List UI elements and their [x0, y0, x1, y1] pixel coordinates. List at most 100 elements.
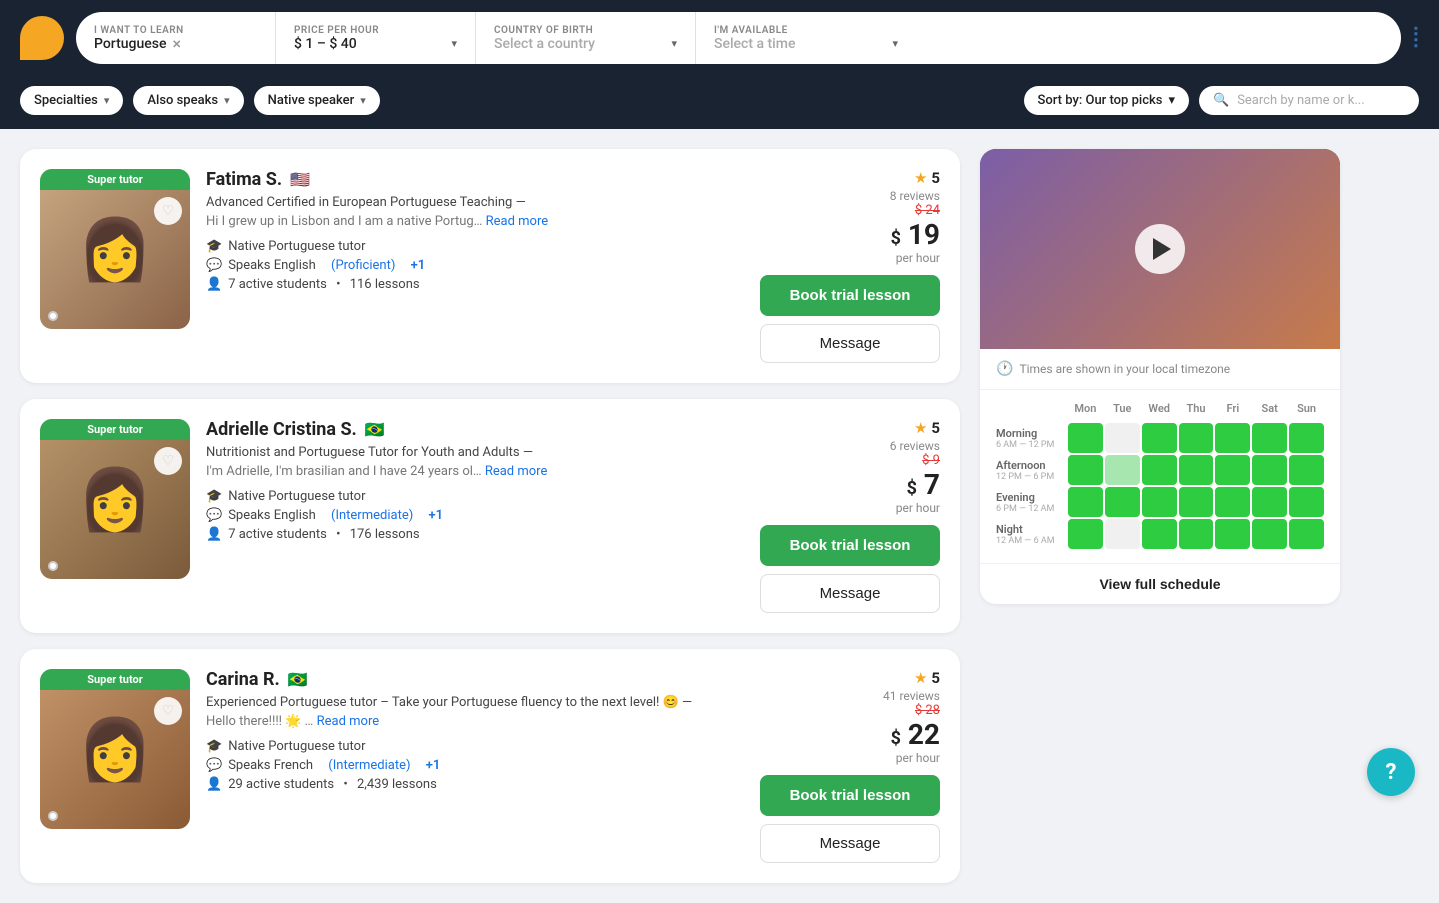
sched-cell[interactable]: [1068, 519, 1103, 549]
tutor-photo-wrap: 👩 Super tutor ♡: [40, 419, 190, 579]
logo: [20, 16, 64, 60]
sort-pill[interactable]: Sort by: Our top picks ▾: [1024, 86, 1190, 115]
price-label: PRICE PER HOUR: [294, 25, 457, 36]
sched-cell[interactable]: [1179, 455, 1214, 485]
sched-cell[interactable]: [1289, 487, 1324, 517]
sched-cell[interactable]: [1179, 519, 1214, 549]
star-row: ★ 5: [890, 169, 940, 187]
sched-cell[interactable]: [1142, 423, 1177, 453]
country-value: Select a country ▾: [494, 36, 677, 52]
main-content: 👩 Super tutor ♡ Fatima S. 🇺🇸 Advanced Ce…: [0, 129, 1439, 903]
sched-cell[interactable]: [1215, 519, 1250, 549]
sched-cell[interactable]: [1179, 423, 1214, 453]
students-tag: 👤 7 active students • 116 lessons: [206, 277, 744, 292]
evening-label: Evening 6 PM — 12 AM: [996, 487, 1066, 517]
native-tag: 🎓 Native Portuguese tutor: [206, 489, 744, 504]
star-row: ★ 5: [883, 669, 940, 687]
speaks-tag: 💬 Speaks English (Proficient) +1: [206, 258, 744, 273]
sched-cell[interactable]: [1068, 487, 1103, 517]
view-schedule-btn[interactable]: View full schedule: [980, 563, 1340, 604]
message-btn[interactable]: Message: [760, 324, 940, 363]
country-dropdown-arrow: ▾: [671, 37, 677, 50]
top-bar: I WANT TO LEARN Portuguese × PRICE PER H…: [0, 0, 1439, 76]
help-button[interactable]: ?: [1367, 748, 1415, 796]
tutor-headline: Nutritionist and Portuguese Tutor for Yo…: [206, 444, 744, 462]
book-trial-btn[interactable]: Book trial lesson: [760, 525, 940, 566]
sub-bar: Specialties ▾ Also speaks ▾ Native speak…: [0, 76, 1439, 129]
price-dropdown-arrow: ▾: [451, 37, 457, 50]
search-pill[interactable]: 🔍 Search by name or k...: [1199, 86, 1419, 115]
morning-label: Morning 6 AM — 12 PM: [996, 423, 1066, 453]
speech-icon: 💬: [206, 758, 222, 773]
sched-cell[interactable]: [1289, 519, 1324, 549]
play-button[interactable]: [1135, 224, 1185, 274]
sched-cell[interactable]: [1215, 455, 1250, 485]
sched-cell[interactable]: [1289, 455, 1324, 485]
price-filter[interactable]: PRICE PER HOUR $ 1 – $ 40 ▾: [276, 12, 476, 64]
tutor-name: Adrielle Cristina S.: [206, 419, 357, 440]
tutor-photo: 👩: [40, 419, 190, 579]
sched-cell[interactable]: [1252, 423, 1287, 453]
sched-cell[interactable]: [1068, 423, 1103, 453]
speaks-tag: 💬 Speaks French (Intermediate) +1: [206, 758, 744, 773]
specialties-pill[interactable]: Specialties ▾: [20, 86, 123, 115]
tutor-photo-wrap: 👩 Super tutor ♡: [40, 169, 190, 329]
night-label: Night 12 AM — 6 AM: [996, 519, 1066, 549]
read-more-btn[interactable]: Read more: [486, 214, 549, 229]
heart-btn[interactable]: ♡: [154, 447, 182, 475]
tutor-flag: 🇧🇷: [288, 670, 308, 689]
message-btn[interactable]: Message: [760, 824, 940, 863]
reviews-count: 41 reviews: [883, 689, 940, 703]
super-tutor-badge: Super tutor: [40, 669, 190, 690]
sched-cell[interactable]: [1142, 519, 1177, 549]
sched-cell[interactable]: [1105, 423, 1140, 453]
country-filter[interactable]: COUNTRY OF BIRTH Select a country ▾: [476, 12, 696, 64]
sched-cell[interactable]: [1105, 455, 1140, 485]
book-trial-btn[interactable]: Book trial lesson: [760, 275, 940, 316]
sched-cell[interactable]: [1289, 423, 1324, 453]
sched-cell[interactable]: [1142, 487, 1177, 517]
tutor-name-row: Adrielle Cristina S. 🇧🇷: [206, 419, 744, 440]
tutor-photo-wrap: 👩 Super tutor ♡: [40, 669, 190, 829]
online-dot: [48, 561, 58, 571]
sched-cell[interactable]: [1252, 455, 1287, 485]
message-btn[interactable]: Message: [760, 574, 940, 613]
native-speaker-pill[interactable]: Native speaker ▾: [254, 86, 380, 115]
book-trial-btn[interactable]: Book trial lesson: [760, 775, 940, 816]
reviews-count: 6 reviews: [890, 439, 940, 453]
clear-learn-btn[interactable]: ×: [172, 36, 181, 52]
tutor-bio: Hi I grew up in Lisbon and I am a native…: [206, 214, 744, 229]
tutor-avatar: 👩: [40, 669, 190, 829]
sched-cell[interactable]: [1179, 487, 1214, 517]
tutor-flag: 🇺🇸: [290, 170, 310, 189]
students-tag: 👤 7 active students • 176 lessons: [206, 527, 744, 542]
tutor-actions: ★ 5 8 reviews $ 24 $ 19 per hour Book tr…: [760, 169, 940, 363]
star-icon: ★: [914, 419, 927, 437]
sched-cell[interactable]: [1215, 423, 1250, 453]
available-filter[interactable]: I'M AVAILABLE Select a time ▾: [696, 12, 916, 64]
sched-cell[interactable]: [1068, 455, 1103, 485]
heart-btn[interactable]: ♡: [154, 697, 182, 725]
video-preview[interactable]: [980, 149, 1340, 349]
learn-filter[interactable]: I WANT TO LEARN Portuguese ×: [76, 12, 276, 64]
sched-cell[interactable]: [1215, 487, 1250, 517]
graduation-icon: 🎓: [206, 489, 222, 504]
tutor-card: 👩 Super tutor ♡ Adrielle Cristina S. 🇧🇷 …: [20, 399, 960, 633]
price-new: $ 7: [890, 468, 940, 501]
morning-row: Morning 6 AM — 12 PM: [996, 423, 1324, 453]
sched-cell[interactable]: [1105, 487, 1140, 517]
tutor-info: Adrielle Cristina S. 🇧🇷 Nutritionist and…: [206, 419, 744, 613]
read-more-btn[interactable]: Read more: [317, 714, 380, 729]
read-more-btn[interactable]: Read more: [485, 464, 548, 479]
sched-cell[interactable]: [1252, 487, 1287, 517]
search-icon: 🔍: [1213, 93, 1229, 108]
price-new: $ 22: [883, 718, 940, 751]
heart-btn[interactable]: ♡: [154, 197, 182, 225]
sched-cell[interactable]: [1252, 519, 1287, 549]
sidebar-card: 🕐 Times are shown in your local timezone…: [980, 149, 1340, 604]
timezone-note: 🕐 Times are shown in your local timezone: [980, 349, 1340, 390]
native-speaker-arrow: ▾: [360, 94, 366, 107]
sched-cell[interactable]: [1105, 519, 1140, 549]
sched-cell[interactable]: [1142, 455, 1177, 485]
also-speaks-pill[interactable]: Also speaks ▾: [133, 86, 243, 115]
